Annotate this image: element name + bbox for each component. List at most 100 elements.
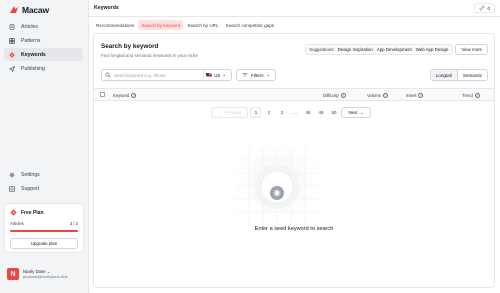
sidebar-item-support[interactable]: Support xyxy=(4,182,83,195)
section-subtitle: Find longtail and semantic keywords in y… xyxy=(101,53,198,58)
us-flag-icon xyxy=(206,73,213,77)
filters-button[interactable]: Filters ⌄ xyxy=(236,69,277,81)
macaw-logo-icon xyxy=(10,6,18,13)
country-select[interactable]: US ⌄ xyxy=(203,70,228,80)
page-title: Keywords xyxy=(94,5,119,11)
user-profile[interactable]: N Nicely Done ⌄ products@nicelydone.club xyxy=(7,268,68,280)
plan-header: Free Plan xyxy=(10,209,44,216)
plan-usage-fill xyxy=(10,230,78,232)
plan-articles-label: Articles xyxy=(10,221,24,226)
seed-keyword-input[interactable] xyxy=(114,72,201,78)
send-icon xyxy=(9,65,15,72)
sidebar-item-publishing[interactable]: Publishing xyxy=(4,62,83,75)
plan-usage-bar xyxy=(10,230,78,232)
avatar: N xyxy=(7,268,19,280)
semantic-toggle[interactable]: Semantic xyxy=(456,70,487,80)
empty-state-illustration xyxy=(235,147,319,227)
main-panel: Keywords 0 Recommendations Search by key… xyxy=(88,0,500,293)
keyword-type-toggle: Longtail Semantic xyxy=(429,69,488,81)
user-email: products@nicelydone.club xyxy=(23,275,68,279)
search-row: US ⌄ Filters ⌄ xyxy=(101,69,277,81)
suggestions-box: Suggestions: Design Inspiration App Deve… xyxy=(305,44,454,55)
plan-icon xyxy=(10,209,17,216)
pagination: ← Previous 1 2 3 ... 48 49 50 Next → xyxy=(211,107,371,118)
arrow-right-icon: → xyxy=(359,110,364,115)
section-title: Search by keyword xyxy=(101,43,159,50)
page-number[interactable]: 3 xyxy=(276,107,287,118)
sidebar-item-label: Settings xyxy=(21,171,40,178)
suggestions-label: Suggestions: xyxy=(309,47,335,52)
tab-search-by-keyword[interactable]: Search by keyword xyxy=(138,20,184,30)
help-icon[interactable]: ? xyxy=(382,93,388,98)
page-number[interactable]: 49 xyxy=(315,107,326,118)
help-icon[interactable]: ? xyxy=(418,93,424,98)
sidebar-item-settings[interactable]: Settings xyxy=(4,168,83,181)
plan-card: Free Plan Articles 3 / 3 Upgrade plan xyxy=(4,203,84,253)
country-code: US xyxy=(214,72,221,78)
upgrade-plan-button[interactable]: Upgrade plan xyxy=(10,238,78,249)
column-label: Difficulty xyxy=(323,93,339,98)
sidebar-item-label: Keywords xyxy=(21,51,46,58)
next-label: Next xyxy=(348,110,358,115)
column-trend[interactable]: Trend? xyxy=(462,93,480,98)
previous-page-button[interactable]: ← Previous xyxy=(211,107,249,118)
sidebar-item-label: Articles xyxy=(21,23,39,30)
page-number[interactable]: 48 xyxy=(302,107,313,118)
plan-title: Free Plan xyxy=(21,209,44,216)
page-number[interactable]: 1 xyxy=(250,107,262,118)
next-page-button[interactable]: Next → xyxy=(341,107,371,118)
gear-icon xyxy=(9,172,15,177)
sidebar-item-patterns[interactable]: Patterns xyxy=(4,34,83,47)
search-icon xyxy=(105,72,111,78)
sidebar-bottom-nav: Settings Support xyxy=(4,168,83,196)
tab-recommendations[interactable]: Recommendations xyxy=(93,20,137,30)
column-keyword[interactable]: Keyword? xyxy=(113,93,137,98)
view-more-button[interactable]: View more xyxy=(455,44,488,55)
user-name: Nicely Done ⌄ xyxy=(23,269,68,274)
top-bar: Keywords 0 xyxy=(89,0,500,17)
plan-articles-count: 3 / 3 xyxy=(69,221,78,226)
column-label: Keyword xyxy=(113,93,130,98)
sidebar-item-label: Patterns xyxy=(21,37,41,44)
arrow-left-icon: ← xyxy=(218,110,223,115)
empty-state-message: Enter a seed keyword to search xyxy=(254,226,334,232)
user-text: Nicely Done ⌄ products@nicelydone.club xyxy=(23,269,68,279)
chevron-down-icon: ⌄ xyxy=(46,269,51,274)
link-icon xyxy=(479,5,484,11)
suggestion-chip[interactable]: Design Inspiration xyxy=(337,47,374,52)
brand-name: Macaw xyxy=(22,5,49,15)
suggestion-chip[interactable]: Web App Design xyxy=(415,47,450,52)
column-intent[interactable]: Intent? xyxy=(406,93,424,98)
suggestion-chip[interactable]: App Development xyxy=(376,47,413,52)
column-volume[interactable]: Volume? xyxy=(367,93,388,98)
sidebar-item-keywords[interactable]: Keywords xyxy=(4,48,83,61)
longtail-toggle[interactable]: Longtail xyxy=(430,70,457,80)
table-header: Keyword? Difficulty? Volume? Intent? Tre… xyxy=(94,88,494,101)
help-icon[interactable]: ? xyxy=(131,93,137,98)
tab-search-by-url[interactable]: Search by URL xyxy=(184,20,221,30)
pen-nib-icon xyxy=(9,51,15,58)
filter-icon xyxy=(242,73,248,77)
brand-logo[interactable]: Macaw xyxy=(9,5,49,15)
credits-count: 0 xyxy=(487,5,490,11)
page-number[interactable]: 2 xyxy=(263,107,274,118)
column-label: Intent xyxy=(406,93,417,98)
plan-usage-row: Articles 3 / 3 xyxy=(10,221,78,226)
doc-icon xyxy=(9,23,15,30)
column-label: Trend xyxy=(462,93,473,98)
help-icon[interactable]: ? xyxy=(340,93,346,98)
tab-search-competitor-gaps[interactable]: Search competitor gaps xyxy=(223,20,278,30)
help-icon[interactable]: ? xyxy=(474,93,480,98)
page-number[interactable]: 50 xyxy=(328,107,339,118)
sidebar-item-articles[interactable]: Articles xyxy=(4,20,83,33)
select-all-checkbox[interactable] xyxy=(100,92,105,97)
previous-label: Previous xyxy=(224,110,242,115)
filters-label: Filters xyxy=(251,72,264,78)
grid-icon xyxy=(9,37,15,44)
sidebar-item-label: Publishing xyxy=(21,65,45,72)
support-icon xyxy=(9,185,15,192)
sidebar-nav: Articles Patterns Keywords Publishing xyxy=(4,20,83,76)
sidebar: Macaw Articles Patterns Keywords Publish… xyxy=(0,0,89,293)
column-difficulty[interactable]: Difficulty? xyxy=(323,93,346,98)
credits-button[interactable]: 0 xyxy=(473,3,495,13)
